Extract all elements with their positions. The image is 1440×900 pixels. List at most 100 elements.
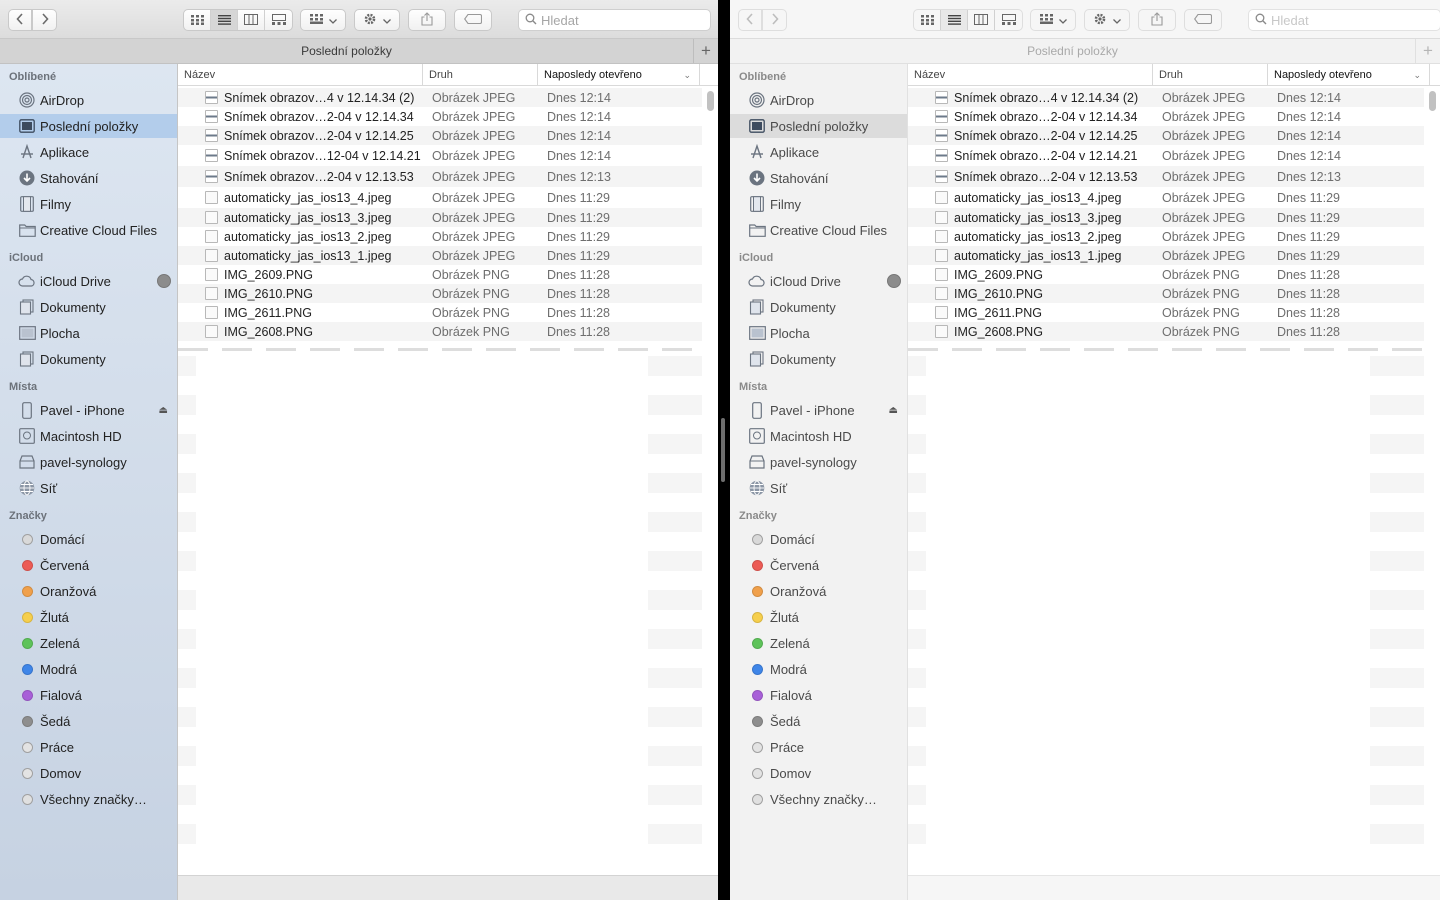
table-row[interactable]: Snímek obrazo…2-04 v 12.14.21 Obrázek JPE… [908,145,1424,166]
tags-button[interactable] [1184,9,1222,31]
new-tab-button[interactable]: + [1415,39,1440,63]
sidebar-item-places-3[interactable]: Síť [730,476,907,500]
table-row[interactable]: Snímek obrazov…12-04 v 12.14.21 Obrázek J… [178,145,702,166]
sidebar-item-favorites-5[interactable]: Creative Cloud Files [0,218,177,242]
gallery-view-button[interactable] [995,10,1022,30]
sidebar-item-icloud-0[interactable]: iCloud Drive [0,269,177,293]
table-row[interactable]: IMG_2610.PNG Obrázek PNG Dnes 11:28 [908,284,1424,303]
eject-icon[interactable]: ⏏ [159,405,168,416]
column-header-name[interactable]: Název [908,64,1153,86]
sidebar-item-favorites-4[interactable]: Filmy [730,192,907,216]
sidebar-item-favorites-3[interactable]: Stahování [0,166,177,190]
share-button[interactable] [1138,9,1176,31]
sidebar-item-tags-5[interactable]: Modrá [730,657,907,681]
table-row[interactable]: IMG_2609.PNG Obrázek PNG Dnes 11:28 [178,265,702,284]
sidebar-item-favorites-0[interactable]: AirDrop [730,88,907,112]
eject-icon[interactable]: ⏏ [889,405,898,416]
sidebar-item-favorites-2[interactable]: Aplikace [730,140,907,164]
column-header-name[interactable]: Název [178,64,423,86]
sidebar-item-tags-1[interactable]: Červená [730,553,907,577]
table-row[interactable]: automaticky_jas_ios13_4.jpeg Obrázek JPEG… [908,187,1424,208]
sidebar-item-icloud-2[interactable]: Plocha [730,321,907,345]
sidebar-item-tags-7[interactable]: Šedá [0,709,177,733]
sidebar-item-favorites-1[interactable]: Poslední položky [0,114,177,138]
group-menu-button[interactable] [1030,9,1076,31]
table-row[interactable]: IMG_2611.PNG Obrázek PNG Dnes 11:28 [908,303,1424,322]
list-view-button[interactable] [211,10,238,30]
sidebar-item-tags-7[interactable]: Šedá [730,709,907,733]
sidebar-item-places-1[interactable]: Macintosh HD [0,424,177,448]
forward-button[interactable] [762,9,787,31]
sidebar-item-icloud-2[interactable]: Plocha [0,321,177,345]
action-menu-button[interactable] [1084,9,1130,31]
table-row[interactable]: IMG_2608.PNG Obrázek PNG Dnes 11:28 [178,322,702,341]
sidebar-item-tags-3[interactable]: Žlutá [730,605,907,629]
table-row[interactable]: automaticky_jas_ios13_2.jpeg Obrázek JPEG… [908,227,1424,246]
table-row[interactable]: IMG_2610.PNG Obrázek PNG Dnes 11:28 [178,284,702,303]
sidebar-item-tags-2[interactable]: Oranžová [730,579,907,603]
table-row[interactable]: automaticky_jas_ios13_1.jpeg Obrázek JPEG… [178,246,702,265]
icon-view-button[interactable] [184,10,211,30]
sidebar-item-tags-1[interactable]: Červená [0,553,177,577]
search-input[interactable] [1271,12,1421,28]
table-row[interactable]: automaticky_jas_ios13_1.jpeg Obrázek JPEG… [908,246,1424,265]
sidebar-item-tags-4[interactable]: Zelená [730,631,907,655]
table-row[interactable]: Snímek obrazov…2-04 v 12.14.25 Obrázek JP… [178,126,702,145]
tab-recents[interactable]: Poslední položky [0,39,693,63]
sidebar-item-tags-2[interactable]: Oranžová [0,579,177,603]
icon-view-button[interactable] [914,10,941,30]
sidebar-item-favorites-5[interactable]: Creative Cloud Files [730,218,907,242]
sidebar-item-tags-9[interactable]: Domov [730,761,907,785]
sidebar-item-favorites-2[interactable]: Aplikace [0,140,177,164]
search-field[interactable] [1248,9,1440,31]
sidebar-item-tags-0[interactable]: Domácí [0,527,177,551]
table-row[interactable]: IMG_2609.PNG Obrázek PNG Dnes 11:28 [908,265,1424,284]
sidebar-item-tags-6[interactable]: Fialová [0,683,177,707]
table-row[interactable]: IMG_2608.PNG Obrázek PNG Dnes 11:28 [908,322,1424,341]
sidebar-item-places-0[interactable]: Pavel - iPhone ⏏ [0,398,177,422]
sidebar-item-icloud-3[interactable]: Dokumenty [730,347,907,371]
column-header-kind[interactable]: Druh [1153,64,1268,86]
split-view-divider-handle[interactable] [721,418,725,482]
sidebar-item-favorites-4[interactable]: Filmy [0,192,177,216]
sidebar-item-places-2[interactable]: pavel-synology [730,450,907,474]
column-header-kind[interactable]: Druh [423,64,538,86]
sidebar-item-tags-5[interactable]: Modrá [0,657,177,681]
group-menu-button[interactable] [300,9,346,31]
search-field[interactable] [518,9,711,31]
sidebar-item-icloud-3[interactable]: Dokumenty [0,347,177,371]
sidebar-item-tags-6[interactable]: Fialová [730,683,907,707]
table-row[interactable]: Snímek obrazo…2-04 v 12.14.25 Obrázek JPE… [908,126,1424,145]
sidebar-item-tags-4[interactable]: Zelená [0,631,177,655]
vertical-scrollbar[interactable] [1425,88,1439,875]
table-row[interactable]: automaticky_jas_ios13_3.jpeg Obrázek JPEG… [908,208,1424,227]
share-button[interactable] [408,9,446,31]
column-header-date[interactable]: Naposledy otevřeno ⌄ [1268,64,1430,86]
new-tab-button[interactable]: + [693,39,718,63]
sidebar-item-favorites-0[interactable]: AirDrop [0,88,177,112]
table-row[interactable]: automaticky_jas_ios13_4.jpeg Obrázek JPEG… [178,187,702,208]
scroll-thumb[interactable] [1429,91,1436,111]
vertical-scrollbar[interactable] [703,88,717,875]
column-view-button[interactable] [238,10,265,30]
table-row[interactable]: automaticky_jas_ios13_2.jpeg Obrázek JPEG… [178,227,702,246]
tab-recents[interactable]: Poslední položky [730,39,1415,63]
view-mode-segmented-control[interactable] [913,9,1023,31]
sidebar-item-tags-3[interactable]: Žlutá [0,605,177,629]
scroll-thumb[interactable] [707,91,714,111]
sidebar-item-icloud-0[interactable]: iCloud Drive [730,269,907,293]
table-row[interactable]: Snímek obrazo…4 v 12.14.34 (2) Obrázek JP… [908,88,1424,107]
sidebar-item-tags-0[interactable]: Domácí [730,527,907,551]
sidebar-item-tags-10[interactable]: Všechny značky… [730,787,907,811]
sidebar-item-tags-9[interactable]: Domov [0,761,177,785]
sidebar-item-places-2[interactable]: pavel-synology [0,450,177,474]
gallery-view-button[interactable] [265,10,292,30]
sidebar-item-tags-10[interactable]: Všechny značky… [0,787,177,811]
sidebar-item-icloud-1[interactable]: Dokumenty [0,295,177,319]
column-header-date[interactable]: Naposledy otevřeno ⌄ [538,64,700,86]
table-row[interactable]: Snímek obrazov…2-04 v 12.14.34 Obrázek JP… [178,107,702,126]
table-row[interactable]: Snímek obrazov…2-04 v 12.13.53 Obrázek JP… [178,166,702,187]
column-view-button[interactable] [968,10,995,30]
sidebar-item-favorites-3[interactable]: Stahování [730,166,907,190]
table-row[interactable]: Snímek obrazov…4 v 12.14.34 (2) Obrázek J… [178,88,702,107]
